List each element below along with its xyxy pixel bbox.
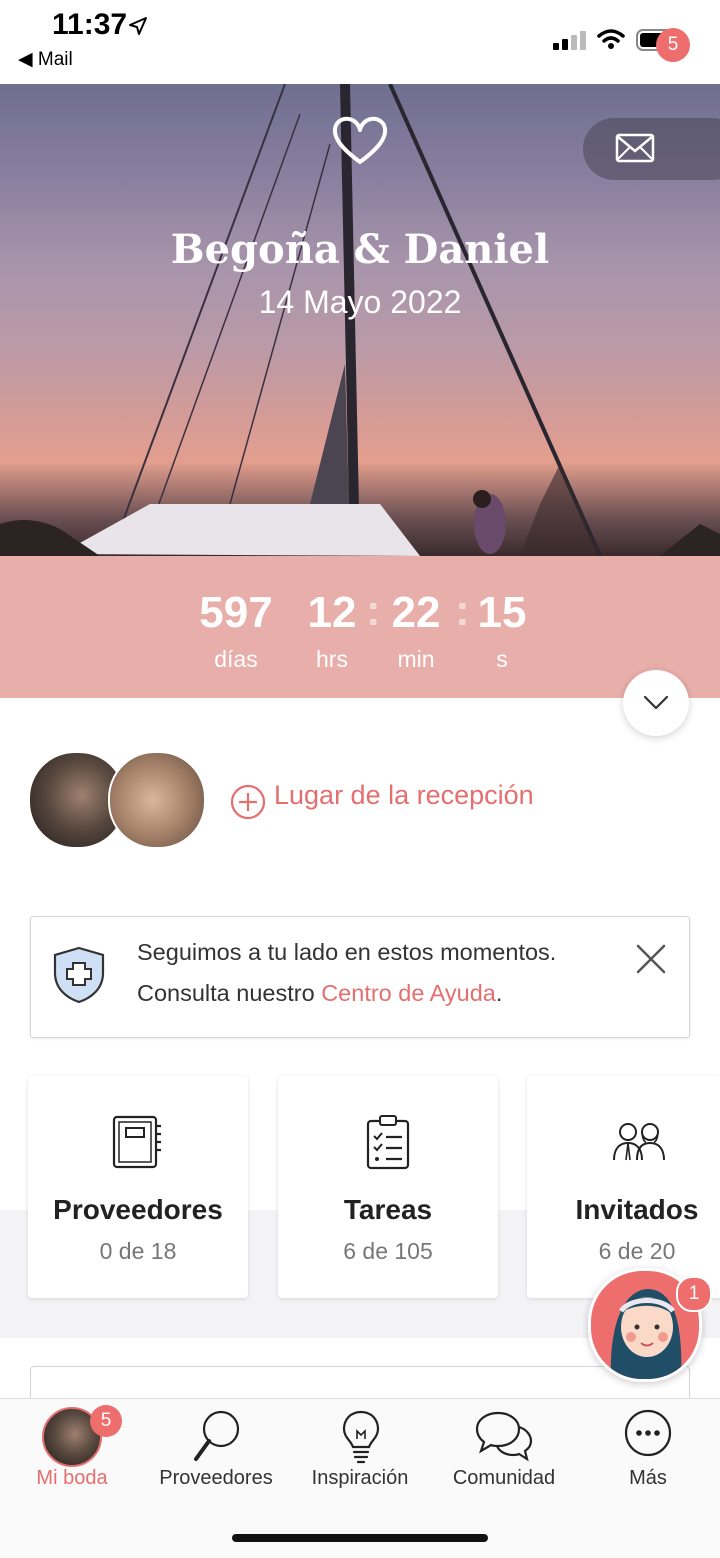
wedding-countdown: 597 días 12 hrs : 22 min : 15 s — [0, 556, 720, 698]
guests-card[interactable]: Invitados 6 de 20 — [527, 1076, 720, 1298]
messages-button[interactable] — [583, 118, 720, 180]
back-to-mail-link[interactable]: ◀ Mail — [18, 48, 73, 71]
countdown-seconds-label: s — [496, 646, 508, 672]
cellular-signal-icon — [553, 31, 586, 50]
help-text-prefix: Consulta nuestro — [137, 980, 322, 1006]
notebook-icon — [112, 1115, 161, 1169]
help-text: Seguimos a tu lado en estos momentos. — [137, 939, 557, 965]
assistant-badge: 1 — [676, 1276, 712, 1312]
card-count: 0 de 18 — [99, 1238, 177, 1264]
envelope-icon — [615, 133, 655, 163]
wedding-date: 14 Mayo 2022 — [258, 284, 462, 320]
help-text-suffix: . — [495, 980, 503, 1006]
shield-plus-icon — [53, 946, 105, 1004]
tab-label: Más — [629, 1467, 667, 1489]
tab-label: Proveedores — [159, 1467, 273, 1489]
search-icon — [194, 1410, 240, 1461]
home-indicator — [232, 1534, 488, 1542]
expand-button[interactable] — [623, 670, 689, 736]
guests-icon — [613, 1123, 665, 1161]
card-count: 6 de 20 — [598, 1238, 676, 1264]
tab-label: Mi boda — [36, 1467, 108, 1489]
couple-names: Begoña & Daniel — [170, 226, 550, 273]
tab-proveedores[interactable]: Proveedores — [144, 1399, 288, 1499]
chevron-down-icon — [643, 695, 669, 710]
messages-badge: 5 — [656, 28, 690, 62]
close-icon[interactable] — [635, 943, 667, 975]
countdown-separator: : — [455, 586, 470, 635]
chat-bubbles-icon — [475, 1411, 533, 1462]
tab-mas[interactable]: Más — [576, 1399, 720, 1499]
status-bar: 11:37 ◀ Mail — [0, 0, 720, 84]
countdown-hours: 12 — [307, 588, 357, 637]
vendors-card[interactable]: Proveedores 0 de 18 — [28, 1076, 248, 1298]
status-time: 11:37 — [52, 8, 128, 41]
countdown-hours-label: hrs — [316, 646, 348, 672]
tab-comunidad[interactable]: Comunidad — [432, 1399, 576, 1499]
countdown-minutes: 22 — [391, 588, 441, 637]
countdown-days: 597 — [199, 588, 273, 637]
tab-inspiracion[interactable]: Inspiración — [288, 1399, 432, 1499]
tasks-card[interactable]: Tareas 6 de 105 — [278, 1076, 498, 1298]
couple-photo-avatar[interactable] — [108, 751, 206, 849]
countdown-days-label: días — [214, 646, 258, 672]
wifi-icon — [597, 29, 625, 49]
card-title: Tareas — [343, 1194, 433, 1225]
checklist-icon — [366, 1115, 410, 1170]
card-count: 6 de 105 — [343, 1238, 433, 1264]
add-circle-icon — [230, 784, 266, 820]
more-icon — [624, 1409, 672, 1457]
card-title: Invitados — [575, 1194, 699, 1225]
help-center-link[interactable]: Centro de Ayuda — [321, 980, 496, 1006]
countdown-minutes-label: min — [397, 646, 435, 672]
help-text: Consulta nuestro Centro de Ayuda. — [137, 980, 502, 1007]
tab-mi-boda[interactable]: 5 Mi boda — [0, 1399, 144, 1499]
hero-photo: Begoña & Daniel 14 Mayo 2022 — [0, 84, 720, 556]
tab-badge: 5 — [90, 1405, 122, 1437]
heart-logo-icon — [332, 116, 388, 164]
card-title: Proveedores — [53, 1194, 223, 1225]
tab-label: Inspiración — [311, 1467, 409, 1489]
reception-label: Lugar de la recepción — [274, 780, 534, 810]
location-arrow-icon — [129, 17, 147, 35]
countdown-seconds: 15 — [477, 588, 527, 637]
countdown-separator: : — [366, 586, 381, 635]
tab-label: Comunidad — [452, 1467, 556, 1489]
help-notice-card: Seguimos a tu lado en estos momentos. Co… — [30, 916, 690, 1038]
lightbulb-icon — [342, 1410, 380, 1464]
